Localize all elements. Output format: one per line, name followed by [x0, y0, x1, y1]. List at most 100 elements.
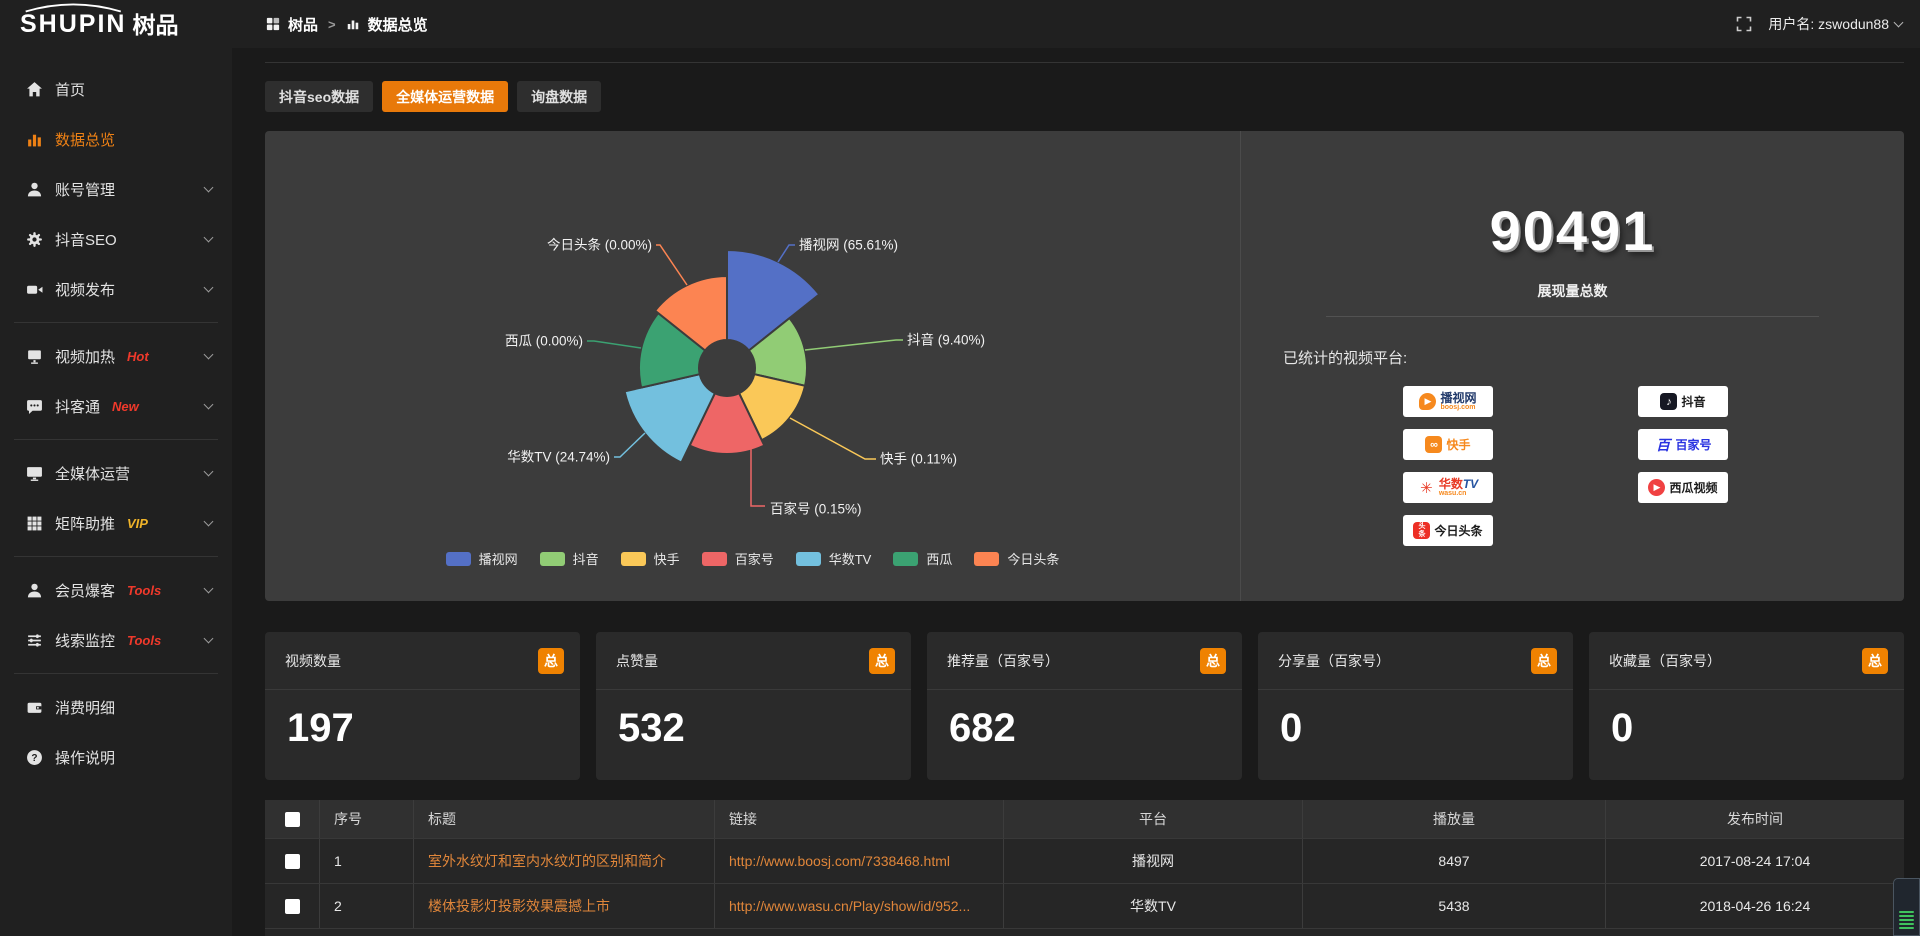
pie-label-line	[778, 245, 795, 262]
tools-badge: Tools	[127, 633, 161, 648]
sidebar-item-label: 首页	[55, 79, 85, 100]
col-index: 序号	[320, 800, 414, 838]
sidebar-item-account-management[interactable]: 账号管理	[0, 164, 232, 214]
sidebar-item-data-overview[interactable]: 数据总览	[0, 114, 232, 164]
total-badge: 总	[1531, 648, 1557, 674]
sidebar-item-member-burst[interactable]: 会员爆客 Tools	[0, 565, 232, 615]
tab-douyin-seo-data[interactable]: 抖音seo数据	[265, 81, 373, 112]
sidebar-item-label: 数据总览	[55, 129, 115, 150]
legend-item-播视网[interactable]: 播视网	[446, 549, 518, 568]
chevron-down-icon	[204, 400, 214, 410]
sidebar-item-douketong[interactable]: 抖客通 New	[0, 381, 232, 431]
video-title-link[interactable]: 室外水纹灯和室内水纹灯的区别和简介	[428, 851, 666, 871]
fullscreen-icon[interactable]	[1736, 16, 1752, 32]
sidebar-item-instructions[interactable]: ? 操作说明	[0, 732, 232, 782]
platform-logo-toutiao: 头条 今日头条	[1403, 515, 1493, 546]
select-all-checkbox[interactable]	[285, 812, 300, 827]
pie-label: 西瓜 (0.00%)	[505, 334, 583, 349]
legend-item-今日头条[interactable]: 今日头条	[974, 549, 1059, 568]
legend-item-华数TV[interactable]: 华数TV	[796, 549, 872, 568]
tab-all-media-data[interactable]: 全媒体运营数据	[382, 81, 508, 112]
legend-item-快手[interactable]: 快手	[621, 549, 680, 568]
app-logo: SHUPIN 树品	[0, 12, 232, 37]
breadcrumb-current[interactable]: 数据总览	[368, 14, 428, 35]
breadcrumb-separator: >	[326, 17, 338, 32]
new-badge: New	[112, 399, 139, 414]
user-menu[interactable]: 用户名: zswodun88	[1768, 14, 1902, 34]
rose-pie-chart: 播视网 (65.61%)抖音 (9.40%)快手 (0.11%)百家号 (0.1…	[265, 131, 1241, 543]
legend-swatch	[974, 552, 999, 566]
row-checkbox[interactable]	[285, 899, 300, 914]
col-published: 发布时间	[1606, 800, 1904, 838]
sidebar-item-all-media[interactable]: 全媒体运营	[0, 448, 232, 498]
video-url-link[interactable]: http://www.boosj.com/7338468.html	[729, 853, 950, 869]
legend-item-西瓜[interactable]: 西瓜	[893, 549, 952, 568]
member-icon	[26, 582, 43, 599]
sidebar-item-label: 视频加热	[55, 346, 115, 367]
breadcrumb-root[interactable]: 树品	[288, 14, 318, 35]
chevron-down-icon	[204, 283, 214, 293]
sidebar-item-video-heat[interactable]: 视频加热 Hot	[0, 331, 232, 381]
total-badge: 总	[1200, 648, 1226, 674]
scroll-widget[interactable]	[1893, 878, 1920, 936]
baijiahao-icon: 百	[1654, 436, 1671, 453]
platform-logo-grid: ▶ 播视网boosj.com ♪ 抖音 ∞ 快手 百 百家号 ✳ 华数TVw	[1403, 386, 1904, 546]
sidebar-divider	[14, 322, 218, 323]
table-row[interactable]: 2 楼体投影灯投影效果震撼上市 http://www.wasu.cn/Play/…	[265, 883, 1904, 928]
legend-swatch	[893, 552, 918, 566]
sidebar-item-lead-monitor[interactable]: 线索监控 Tools	[0, 615, 232, 665]
video-title-link[interactable]: 楼体投影灯投影效果震撼上市	[428, 896, 610, 916]
table-row[interactable]: 1 室外水纹灯和室内水纹灯的区别和简介 http://www.boosj.com…	[265, 838, 1904, 883]
sidebar-item-expense-detail[interactable]: 消费明细	[0, 682, 232, 732]
chart-legend: 播视网 抖音 快手 百家号 华数TV 西瓜 今日头条	[265, 549, 1240, 568]
legend-label: 抖音	[573, 549, 599, 568]
sidebar-item-home[interactable]: 首页	[0, 64, 232, 114]
video-url-link[interactable]: http://www.wasu.cn/Play/show/id/952...	[729, 898, 970, 914]
card-title: 收藏量（百家号）	[1609, 651, 1721, 671]
sidebar-divider	[14, 556, 218, 557]
pie-label-line	[805, 340, 903, 350]
legend-label: 百家号	[735, 549, 774, 568]
chevron-down-icon	[204, 350, 214, 360]
sidebar-item-video-publish[interactable]: 视频发布	[0, 264, 232, 314]
pie-label-line	[751, 449, 765, 506]
pie-label-line	[790, 418, 876, 459]
cell-index: 1	[320, 839, 414, 883]
card-value: 0	[1589, 690, 1904, 751]
tab-inquiry-data[interactable]: 询盘数据	[517, 81, 601, 112]
legend-swatch	[540, 552, 565, 566]
col-link: 链接	[715, 800, 1004, 838]
video-camera-icon	[26, 281, 43, 298]
logo-en-text: SHUPIN	[20, 10, 126, 38]
card-title: 分享量（百家号）	[1278, 651, 1390, 671]
svg-text:?: ?	[31, 752, 37, 763]
sidebar-item-label: 消费明细	[55, 697, 115, 718]
platform-logo-kuaishou: ∞ 快手	[1403, 429, 1493, 460]
toutiao-icon: 头条	[1413, 522, 1430, 539]
row-checkbox[interactable]	[285, 854, 300, 869]
legend-label: 快手	[654, 549, 680, 568]
legend-item-抖音[interactable]: 抖音	[540, 549, 599, 568]
table-row-partial	[265, 928, 1904, 936]
pie-label-line	[587, 341, 641, 348]
sliders-icon	[26, 632, 43, 649]
sidebar-divider	[14, 673, 218, 674]
sidebar-item-label: 线索监控	[55, 630, 115, 651]
cell-platform: 播视网	[1004, 839, 1303, 883]
vip-badge: VIP	[127, 516, 148, 531]
stat-card-video-count: 视频数量总 197	[265, 632, 580, 780]
wasu-icon: ✳	[1418, 479, 1435, 496]
sidebar-item-douyin-seo[interactable]: 抖音SEO	[0, 214, 232, 264]
pie-label: 华数TV (24.74%)	[507, 450, 610, 465]
logo-arc	[20, 3, 126, 13]
total-badge: 总	[869, 648, 895, 674]
main-content: 抖音seo数据 全媒体运营数据 询盘数据 播视网 (65.61%)抖音 (9.4…	[232, 0, 1920, 936]
chevron-down-icon	[1894, 18, 1904, 28]
card-title: 视频数量	[285, 651, 341, 671]
monitor-icon	[26, 465, 43, 482]
legend-item-百家号[interactable]: 百家号	[702, 549, 774, 568]
stat-card-favorites: 收藏量（百家号）总 0	[1589, 632, 1904, 780]
legend-swatch	[796, 552, 821, 566]
legend-label: 西瓜	[926, 549, 952, 568]
sidebar-item-matrix-boost[interactable]: 矩阵助推 VIP	[0, 498, 232, 548]
